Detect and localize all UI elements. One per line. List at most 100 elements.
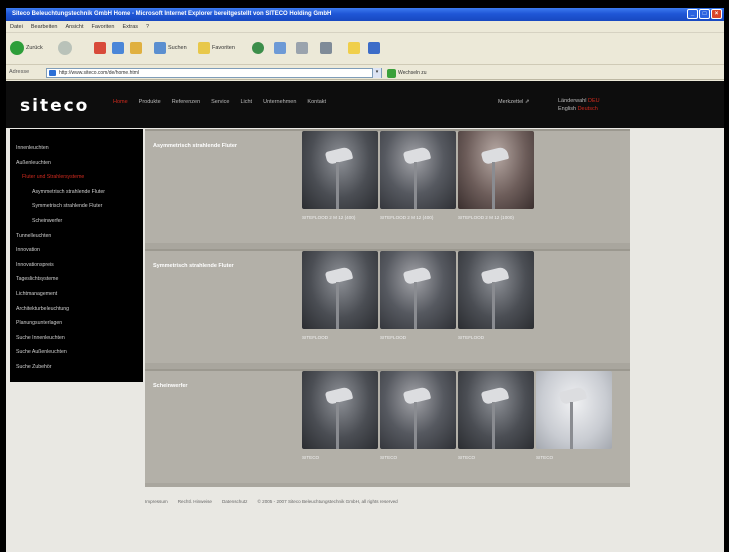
lang-english[interactable]: English [558, 106, 576, 112]
sidebar-item[interactable]: Planungsunterlagen [10, 316, 143, 331]
sidebar-item[interactable]: Asymmetrisch strahlende Fluter [10, 185, 143, 200]
product-card[interactable]: SITEFLOOD 2 M 12 (1000) [458, 131, 536, 221]
lang-deutsch[interactable]: Deutsch [578, 106, 598, 112]
product-caption[interactable]: SITEFLOOD [458, 335, 536, 341]
luminaire-image[interactable] [302, 371, 378, 449]
nav-referenzen[interactable]: Referenzen [172, 99, 200, 105]
sidebar-item[interactable]: Suche Zubehör [10, 360, 143, 375]
product-card[interactable]: SITEFLOOD 2 M 12 (400) [380, 131, 458, 221]
stop-button[interactable] [94, 38, 106, 58]
sidebar-item[interactable]: Innenleuchten [10, 141, 143, 156]
section-title[interactable]: Asymmetrisch strahlende Fluter [153, 143, 237, 149]
refresh-button[interactable] [112, 38, 124, 58]
nav-service[interactable]: Service [211, 99, 229, 105]
luminaire-image[interactable] [380, 251, 456, 329]
footer-hinweise[interactable]: Rechtl. Hinweise [178, 499, 212, 504]
sidebar-item[interactable]: Fluter und Strahlersysteme [10, 170, 143, 185]
favorites-button[interactable]: Favoriten [198, 38, 235, 58]
sidebar-item[interactable]: Innovation [10, 243, 143, 258]
menu-item-help[interactable]: ? [146, 21, 149, 32]
product-card[interactable]: SITECO [302, 371, 380, 461]
product-caption[interactable]: SITEFLOOD 2 M 12 (1000) [458, 215, 536, 221]
menu-item-ansicht[interactable]: Ansicht [65, 21, 83, 32]
product-card[interactable]: SITEFLOOD 2 M 12 (400) [302, 131, 380, 221]
sidebar-item[interactable]: Außenleuchten [10, 156, 143, 171]
nav-produkte[interactable]: Produkte [139, 99, 161, 105]
product-card[interactable]: SITEFLOOD [458, 251, 536, 341]
siteco-logo[interactable]: siteco [20, 96, 89, 116]
luminaire-head [402, 146, 432, 165]
product-caption[interactable]: SITEFLOOD [302, 335, 380, 341]
product-caption[interactable]: SITECO [302, 455, 380, 461]
product-caption[interactable]: SITEFLOOD 2 M 12 (400) [380, 215, 458, 221]
sidebar-item[interactable]: Symmetrisch strahlende Fluter [10, 199, 143, 214]
minimize-icon[interactable]: _ [687, 9, 698, 19]
sidebar-item[interactable]: Suche Außenleuchten [10, 345, 143, 360]
product-card[interactable]: SITEFLOOD [302, 251, 380, 341]
menu-item-bearbeiten[interactable]: Bearbeiten [31, 21, 58, 32]
forward-button[interactable] [58, 38, 72, 58]
section-title[interactable]: Scheinwerfer [153, 383, 188, 389]
footer-datenschutz[interactable]: Datenschutz [222, 499, 248, 504]
address-input[interactable]: http://www.siteco.com/de/home.html [46, 68, 382, 78]
luminaire-head [324, 386, 354, 405]
product-card[interactable]: SITECO [458, 371, 536, 461]
nav-licht[interactable]: Licht [240, 99, 252, 105]
history-icon [252, 42, 264, 54]
product-caption[interactable]: SITEFLOOD [380, 335, 458, 341]
folder-button[interactable] [348, 38, 360, 58]
home-icon [130, 42, 142, 54]
sidebar-item[interactable]: Architekturbeleuchtung [10, 302, 143, 317]
sidebar-item[interactable]: Scheinwerfer [10, 214, 143, 229]
mail-button[interactable] [274, 38, 286, 58]
lang-current[interactable]: DEU [588, 98, 600, 104]
edit-button[interactable] [320, 38, 332, 58]
sidebar-item[interactable]: Tageslichtsysteme [10, 272, 143, 287]
section-title[interactable]: Symmetrisch strahlende Fluter [153, 263, 234, 269]
address-bar: Adresse http://www.siteco.com/de/home.ht… [6, 66, 724, 80]
luminaire-image[interactable] [302, 131, 378, 209]
luminaire-pole [570, 402, 573, 449]
back-button[interactable]: Zurück [10, 38, 43, 58]
print-button[interactable] [296, 38, 308, 58]
product-caption[interactable]: SITEFLOOD 2 M 12 (400) [302, 215, 380, 221]
home-button[interactable] [130, 38, 142, 58]
web-page: siteco Home Produkte Referenzen Service … [6, 81, 724, 552]
luminaire-image[interactable] [302, 251, 378, 329]
sidebar-item[interactable]: Innovationspreis [10, 258, 143, 273]
close-icon[interactable]: × [711, 9, 722, 19]
search-button[interactable]: Suchen [154, 38, 187, 58]
share-button[interactable] [368, 38, 380, 58]
footer-impressum[interactable]: Impressum [145, 499, 168, 504]
back-arrow-icon [10, 41, 24, 55]
go-button[interactable]: Wechseln zu [387, 68, 427, 78]
luminaire-pole [492, 162, 495, 209]
nav-kontakt[interactable]: Kontakt [307, 99, 326, 105]
menu-item-favoriten[interactable]: Favoriten [92, 21, 115, 32]
product-caption[interactable]: SITECO [536, 455, 614, 461]
browser-window: Siteco Beleuchtungstechnik GmbH Home - M… [6, 8, 724, 552]
nav-unternehmen[interactable]: Unternehmen [263, 99, 296, 105]
luminaire-image[interactable] [458, 371, 534, 449]
merkzettel-link[interactable]: Merkzettel ⇗ [498, 99, 530, 105]
address-dropdown-chevron-icon[interactable]: ▾ [372, 68, 381, 78]
nav-home[interactable]: Home [113, 99, 128, 105]
sidebar-item[interactable]: Lichtmanagement [10, 287, 143, 302]
menu-item-extras[interactable]: Extras [122, 21, 138, 32]
product-content: Asymmetrisch strahlende Fluter SITEFLOOD … [145, 129, 630, 487]
product-caption[interactable]: SITECO [380, 455, 458, 461]
maximize-icon[interactable]: □ [699, 9, 710, 19]
sidebar-item[interactable]: Suche Innenleuchten [10, 331, 143, 346]
product-card[interactable]: SITECO [380, 371, 458, 461]
product-card[interactable]: SITEFLOOD [380, 251, 458, 341]
sidebar-item[interactable]: Tunnelleuchten [10, 229, 143, 244]
luminaire-image[interactable] [536, 371, 612, 449]
luminaire-image[interactable] [380, 371, 456, 449]
product-caption[interactable]: SITECO [458, 455, 536, 461]
history-button[interactable] [252, 38, 264, 58]
luminaire-image[interactable] [458, 251, 534, 329]
product-card[interactable]: SITECO [536, 371, 614, 461]
menu-item-datei[interactable]: Datei [10, 21, 23, 32]
luminaire-image[interactable] [458, 131, 534, 209]
luminaire-image[interactable] [380, 131, 456, 209]
